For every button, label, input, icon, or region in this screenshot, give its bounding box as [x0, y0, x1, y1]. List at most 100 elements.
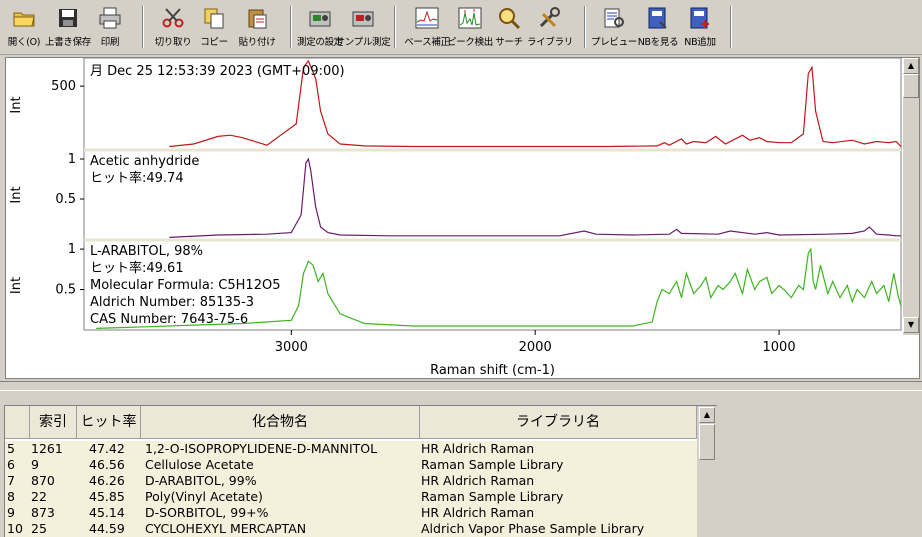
compound-name-cell: D-ARABITOL, 99%: [145, 473, 257, 488]
library-name-cell: HR Aldrich Raman: [421, 441, 535, 456]
table-row[interactable]: 6 9 46.56 Cellulose Acetate Raman Sample Lib…: [5, 457, 697, 473]
y-axis-label: Int: [9, 96, 24, 113]
library-name-cell: Raman Sample Library: [421, 489, 564, 504]
notebook-add-label: NB追加: [684, 37, 716, 48]
table-row[interactable]: 5 1261 47.42 1,2-O-ISOPROPYLIDENE-D-MANNITO…: [5, 441, 697, 457]
notebook-view-icon: [648, 7, 667, 29]
print-label: 印刷: [100, 37, 120, 48]
paste-icon: [248, 9, 267, 29]
search-magnifier-icon: [499, 8, 521, 30]
peak-detect-button[interactable]: ピーク検出: [447, 2, 493, 50]
panel-annotation: 月 Dec 25 12:53:39 2023 (GMT+09:00): [90, 64, 345, 79]
open-label: 開く(O): [7, 37, 41, 48]
table-row[interactable]: 9 873 45.14 D-SORBITOL, 99+% HR Aldrich Rama…: [5, 505, 697, 521]
compound-name-cell: Cellulose Acetate: [145, 457, 254, 472]
scissors-icon: [162, 8, 184, 28]
spectrum-chart-panel: Int 500 月 Dec 25 12:53:39 2023 (GMT+09:00)…: [5, 57, 920, 379]
row-number-header: [5, 406, 30, 439]
paste-label: 貼り付け: [238, 37, 276, 48]
table-header: 索引 ヒット率 化合物名 ライブラリ名: [5, 406, 697, 439]
peak-detect-icon: [458, 7, 482, 29]
library-name-cell: HR Aldrich Raman: [421, 505, 535, 520]
row-number-cell: 8: [7, 489, 15, 504]
hit-rate-cell: 47.42: [89, 441, 125, 456]
paste-button[interactable]: 貼り付け: [236, 2, 278, 50]
panel-annotation: Acetic anhydride: [90, 154, 199, 169]
notebook-view-button[interactable]: NBを見る: [636, 2, 680, 50]
table-vertical-scrollbar[interactable]: ▲: [697, 406, 717, 537]
row-number-cell: 5: [7, 441, 15, 456]
library-label: ライブラリ: [527, 37, 574, 48]
copy-icon: [204, 8, 224, 29]
hit-rate-cell: 45.14: [89, 505, 125, 520]
index-cell: 1261: [31, 441, 63, 456]
table-scroll-thumb[interactable]: [699, 424, 715, 460]
panel-annotation: CAS Number: 7643-75-6: [90, 312, 248, 327]
open-button[interactable]: 開く(O): [6, 2, 42, 50]
index-cell: 25: [31, 521, 47, 536]
baseline-correction-icon: [415, 7, 439, 29]
x-tick-label: 1000: [763, 340, 796, 355]
preview-button[interactable]: プレビュー: [591, 2, 638, 50]
chart-vertical-scrollbar[interactable]: ▲ ▼: [903, 58, 919, 335]
table-row[interactable]: 7 870 46.26 D-ARABITOL, 99% HR Aldrich Raman: [5, 473, 697, 489]
spectrum-chart: Int 500 月 Dec 25 12:53:39 2023 (GMT+09:00)…: [9, 58, 902, 378]
library-button[interactable]: ライブラリ: [527, 2, 574, 50]
row-number-cell: 7: [7, 473, 15, 488]
toolbar-separator: [290, 6, 292, 48]
scroll-up-button[interactable]: ▲: [903, 58, 919, 74]
y-tick-label: 1: [68, 242, 76, 257]
sample-measure-label: サンプル測定: [335, 37, 391, 48]
y-axis-label: Int: [9, 277, 24, 294]
copy-button[interactable]: コピー: [198, 2, 230, 50]
y-tick-label: 0.5: [55, 283, 76, 298]
hit-rate-cell: 44.59: [89, 521, 125, 536]
panel-annotation: Aldrich Number: 85135-3: [90, 295, 254, 310]
print-button[interactable]: 印刷: [94, 2, 126, 50]
save-disk-icon: [59, 9, 77, 27]
baseline-correction-label: ベース補正: [404, 37, 450, 48]
hit-rate-cell: 46.56: [89, 457, 125, 472]
compound-name-cell: D-SORBITOL, 99+%: [145, 505, 269, 520]
notebook-add-button[interactable]: NB追加: [680, 2, 720, 50]
save-label: 上書き保存: [45, 37, 92, 48]
pane-splitter[interactable]: [0, 381, 922, 391]
search-button[interactable]: サーチ: [492, 2, 526, 50]
x-tick-label: 3000: [275, 340, 308, 355]
search-label: サーチ: [495, 37, 523, 48]
search-results-table: 索引 ヒット率 化合物名 ライブラリ名 5 1261 47.42 1,2-O-ISOP…: [4, 405, 717, 537]
y-tick-label: 0.5: [55, 192, 76, 207]
toolbar-separator: [730, 6, 732, 48]
x-axis-label: Raman shift (cm-1): [430, 363, 555, 378]
cut-button[interactable]: 切り取り: [152, 2, 194, 50]
index-cell: 22: [31, 489, 47, 504]
compound-name-cell: 1,2-O-ISOPROPYLIDENE-D-MANNITOL: [145, 441, 378, 456]
preview-icon: [604, 8, 624, 28]
scroll-thumb[interactable]: [903, 74, 919, 98]
save-button[interactable]: 上書き保存: [45, 2, 92, 50]
baseline-correction-button[interactable]: ベース補正: [402, 2, 452, 50]
compound-column-header[interactable]: 化合物名: [141, 406, 420, 439]
sample-measure-button[interactable]: サンプル測定: [336, 2, 391, 50]
panel-annotation: ヒット率:49.74: [90, 170, 184, 186]
row-number-cell: 10: [7, 521, 23, 536]
scroll-down-button[interactable]: ▼: [903, 317, 919, 333]
measure-settings-icon: [309, 11, 331, 27]
index-cell: 870: [31, 473, 55, 488]
table-row[interactable]: 10 25 44.59 CYCLOHEXYL MERCAPTAN Aldrich Vap…: [5, 521, 697, 537]
library-column-header[interactable]: ライブラリ名: [420, 406, 697, 439]
table-scroll-up-button[interactable]: ▲: [699, 407, 715, 423]
main-toolbar: 開く(O) 上書き保存 印刷 切り取り コピー 貼り付け 測定の設定 サンプル測…: [0, 0, 922, 55]
row-number-cell: 6: [7, 457, 15, 472]
hit-rate-column-header[interactable]: ヒット率: [77, 406, 141, 439]
preview-label: プレビュー: [591, 37, 638, 48]
library-name-cell: HR Aldrich Raman: [421, 473, 535, 488]
panel-annotation: Molecular Formula: C5H12O5: [90, 278, 280, 293]
y-axis-label: Int: [9, 186, 24, 203]
table-row[interactable]: 8 22 45.85 Poly(Vinyl Acetate) Raman Sample …: [5, 489, 697, 505]
y-tick-label: 500: [51, 79, 76, 94]
index-column-header[interactable]: 索引: [30, 406, 77, 439]
hit-rate-cell: 46.26: [89, 473, 125, 488]
cut-label: 切り取り: [154, 37, 192, 48]
panel-annotation: ヒット率:49.61: [90, 260, 184, 276]
